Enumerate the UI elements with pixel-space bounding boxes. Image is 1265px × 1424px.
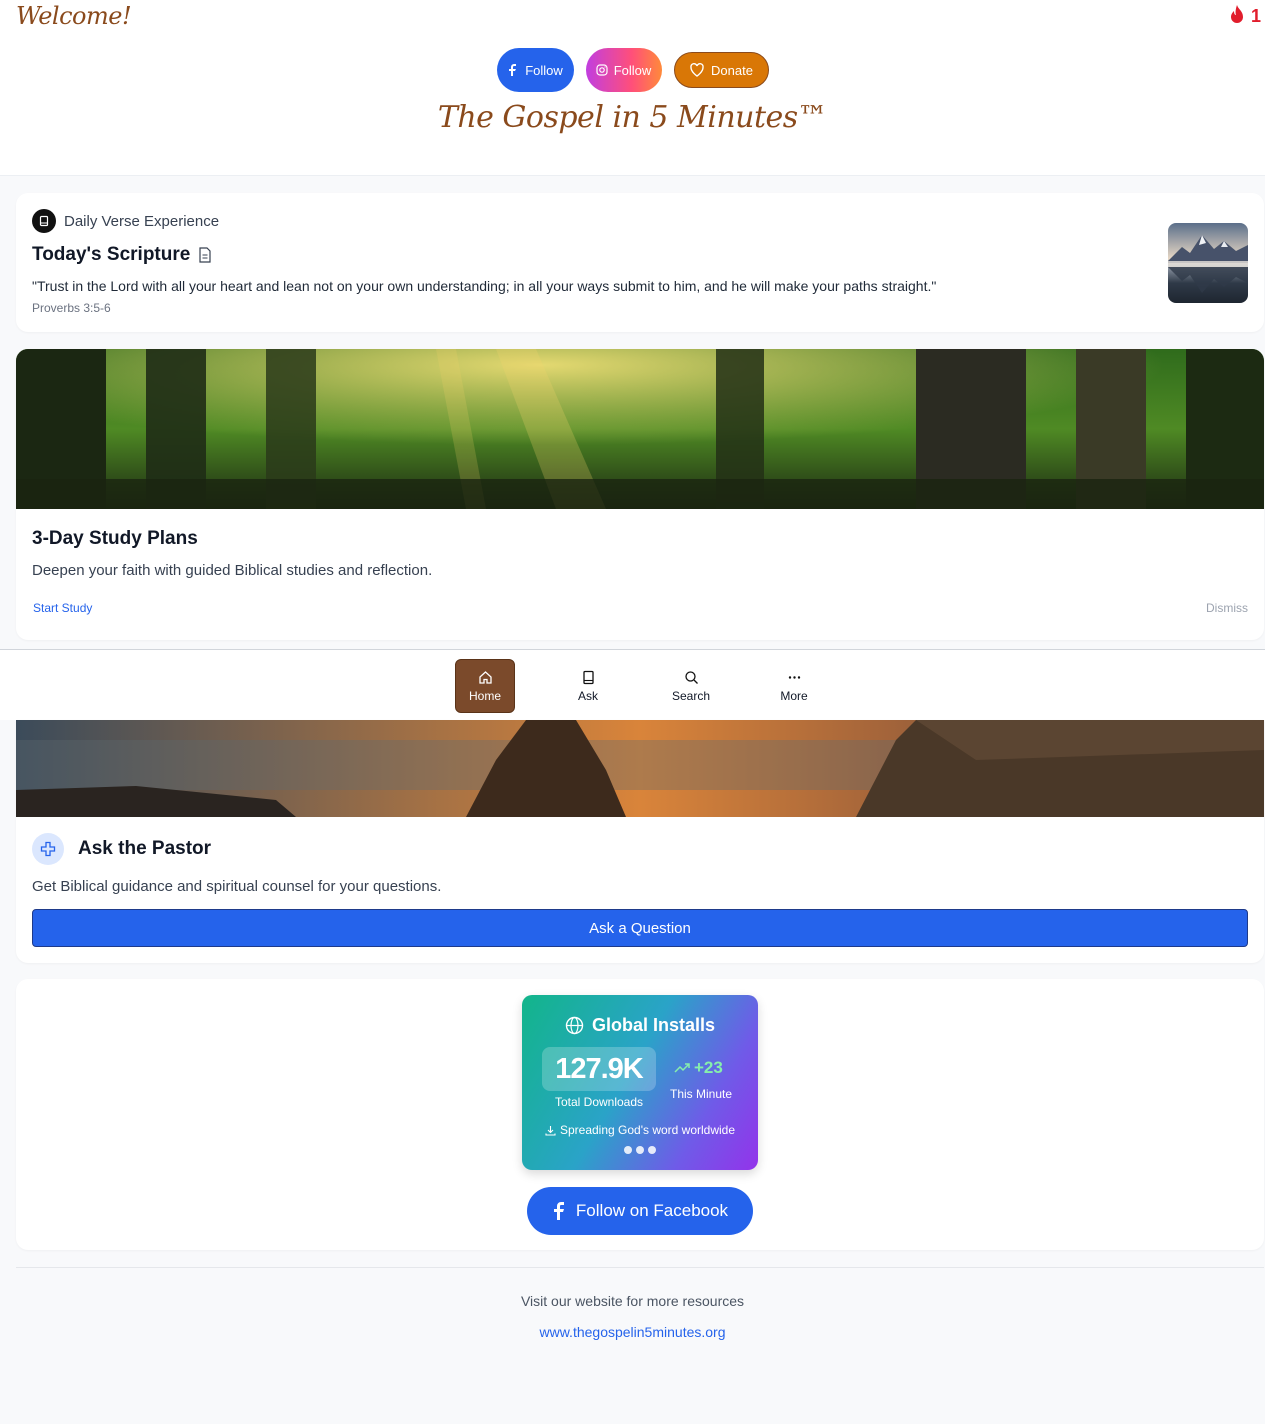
study-plans-description: Deepen your faith with guided Biblical s… [32, 562, 433, 579]
installs-delta-value: +23 [694, 1058, 723, 1077]
installs-tagline-text: Spreading God's word worldwide [559, 1123, 736, 1137]
globe-icon [565, 1016, 584, 1035]
facebook-icon [509, 64, 517, 76]
dismiss-link[interactable]: Dismiss [1206, 601, 1248, 615]
scripture-title-text: Today's Scripture [32, 244, 191, 265]
document-icon[interactable] [198, 247, 212, 263]
nav-ask[interactable]: Ask [558, 659, 618, 713]
start-study-link[interactable]: Start Study [33, 601, 92, 615]
book-icon [582, 670, 594, 684]
installs-stats-panel: Global Installs 127.9K Total Downloads +… [522, 995, 758, 1170]
website-link[interactable]: www.thegospelin5minutes.org [0, 1324, 1265, 1340]
instagram-follow-label: Follow [613, 62, 652, 78]
study-plans-card: 3-Day Study Plans Deepen your faith with… [16, 349, 1264, 640]
heart-icon [690, 62, 704, 77]
donate-button[interactable]: Donate [673, 52, 769, 88]
nav-more[interactable]: More [764, 659, 824, 713]
carousel-dots[interactable] [522, 1146, 758, 1154]
download-icon [545, 1125, 556, 1136]
total-downloads-label: Total Downloads [554, 1095, 644, 1109]
donate-label: Donate [711, 62, 753, 78]
app-header: Welcome! 1 Follow Follow Donate The Gosp… [0, 0, 1265, 176]
streak-counter[interactable]: 1 [1227, 4, 1261, 28]
follow-on-facebook-button[interactable]: Follow on Facebook [527, 1187, 753, 1235]
footer-text: Visit our website for more resources [520, 1293, 745, 1309]
ask-pastor-description: Get Biblical guidance and spiritual coun… [32, 878, 442, 895]
facebook-icon [553, 1202, 564, 1220]
ask-pastor-title: Ask the Pastor [78, 838, 212, 859]
nav-more-label: More [780, 688, 808, 703]
ask-pastor-card: Ask the Pastor Get Biblical guidance and… [16, 720, 1264, 963]
this-minute-label: This Minute [670, 1087, 733, 1101]
scripture-reference: Proverbs 3:5-6 [32, 301, 111, 315]
instagram-follow-button[interactable]: Follow [585, 48, 662, 92]
instagram-icon [596, 64, 608, 76]
welcome-text: Welcome! [16, 2, 132, 30]
installs-tagline: Spreading God's word worldwide [522, 1123, 758, 1137]
sunset-sea-image [16, 720, 1264, 817]
installs-delta: +23 [674, 1058, 723, 1078]
study-plans-title: 3-Day Study Plans [32, 528, 198, 549]
follow-on-facebook-label: Follow on Facebook [575, 1201, 729, 1220]
search-icon [684, 670, 698, 684]
scripture-text: "Trust in the Lord with all your heart a… [32, 278, 937, 294]
brand-title: The Gospel in 5 Minutes™ [437, 100, 828, 135]
total-downloads-value: 127.9K [542, 1047, 656, 1091]
footer-divider [16, 1267, 1264, 1268]
bible-icon [32, 209, 56, 233]
installs-title-text: Global Installs [591, 1015, 716, 1035]
ask-question-button[interactable]: Ask a Question [32, 909, 1248, 947]
nav-home[interactable]: Home [455, 659, 515, 713]
daily-verse-label: Daily Verse Experience [64, 212, 220, 230]
nav-search[interactable]: Search [661, 659, 721, 713]
facebook-follow-label: Follow [525, 62, 563, 78]
nav-items: Home Ask Search More [455, 659, 867, 713]
nav-home-label: Home [468, 688, 501, 703]
forest-image [16, 349, 1264, 509]
daily-verse-header: Daily Verse Experience [32, 209, 219, 233]
facebook-follow-button[interactable]: Follow [496, 48, 574, 92]
scripture-title: Today's Scripture [32, 244, 212, 266]
more-icon [788, 675, 800, 679]
cross-icon [32, 833, 64, 865]
streak-count: 1 [1250, 5, 1261, 26]
daily-verse-card: Daily Verse Experience Today's Scripture… [16, 193, 1264, 332]
nav-ask-label: Ask [577, 688, 598, 703]
trending-up-icon [674, 1063, 690, 1073]
social-buttons: Follow Follow Donate [0, 48, 1265, 92]
bottom-nav-bar: Home Ask Search More [0, 649, 1265, 720]
ask-pastor-header: Ask the Pastor [32, 833, 211, 865]
flame-icon [1230, 5, 1243, 23]
global-installs-card: Global Installs 127.9K Total Downloads +… [16, 979, 1264, 1250]
nav-search-label: Search [671, 688, 711, 703]
mountain-lake-image [1168, 223, 1248, 303]
home-icon [478, 670, 492, 684]
installs-title: Global Installs [522, 1015, 758, 1036]
